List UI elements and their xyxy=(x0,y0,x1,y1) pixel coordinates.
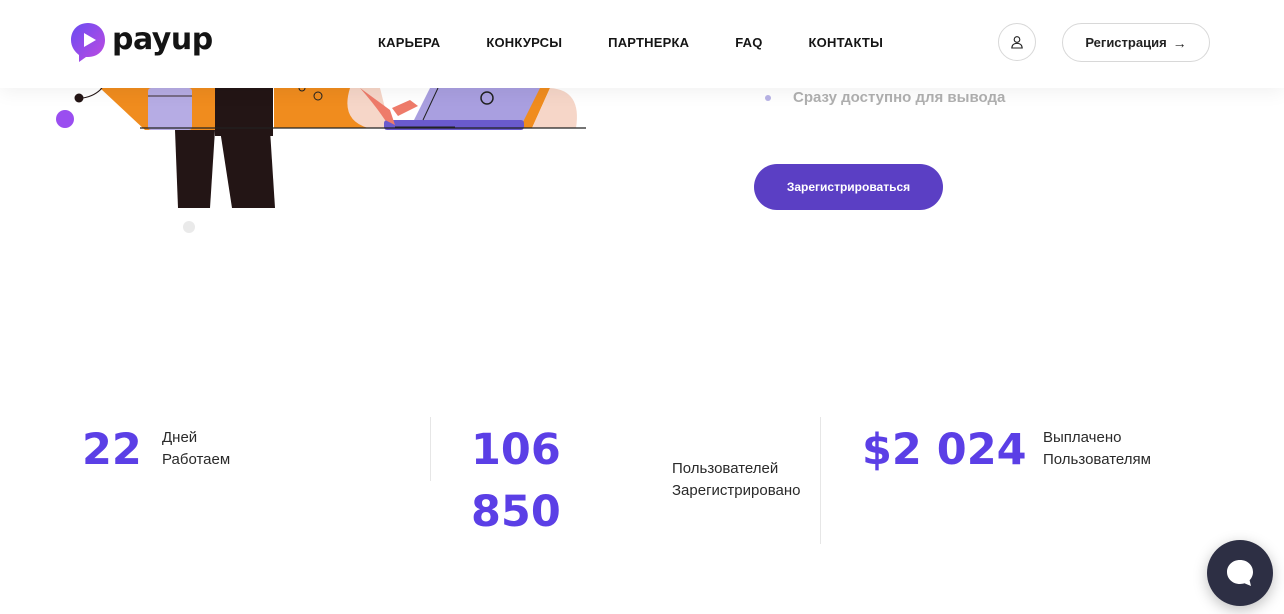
nav-career[interactable]: КАРЬЕРА xyxy=(378,35,440,50)
user-icon xyxy=(1011,36,1023,49)
nav-partners[interactable]: ПАРТНЕРКА xyxy=(608,35,689,50)
stat-days-label-line1: Дней xyxy=(162,429,198,446)
register-label: Регистрация xyxy=(1085,35,1167,50)
arrow-right-icon: → xyxy=(1172,34,1187,51)
nav-contacts[interactable]: КОНТАКТЫ xyxy=(809,35,883,50)
stat-users-number: 106 850 xyxy=(471,419,561,543)
stat-payout-label: Выплачено Пользователям xyxy=(1043,427,1151,471)
stat-users-label-line2: Зарегистрировано xyxy=(672,482,801,499)
stat-days-label-line2: Работаем xyxy=(162,451,231,468)
nav-faq[interactable]: FAQ xyxy=(735,35,762,50)
site-header: payup КАРЬЕРА КОНКУРСЫ ПАРТНЕРКА FAQ КОН… xyxy=(0,0,1284,88)
stat-days-label: Дней Работаем xyxy=(162,427,230,471)
hero-illustration xyxy=(56,84,586,233)
stat-payout-label-line2: Пользователям xyxy=(1043,451,1151,468)
stat-users-label-line1: Пользователей xyxy=(672,460,779,477)
logo[interactable]: payup xyxy=(70,21,213,63)
stat-users-number-line2: 850 xyxy=(471,487,561,537)
chat-widget-button[interactable] xyxy=(1207,540,1273,606)
stat-payout-label-line1: Выплачено xyxy=(1043,429,1122,446)
logo-text: payup xyxy=(112,21,213,57)
stat-divider xyxy=(820,417,821,544)
nav-contests[interactable]: КОНКУРСЫ xyxy=(486,35,562,50)
stat-payout-number: $2 024 xyxy=(862,425,1027,475)
play-bubble-icon xyxy=(71,23,105,62)
stat-days-number: 22 xyxy=(82,425,142,475)
signup-cta-button[interactable]: Зарегистрироваться xyxy=(754,164,943,210)
stat-users-number-line1: 106 xyxy=(471,425,561,475)
login-button[interactable] xyxy=(998,23,1036,61)
chat-bubble-icon xyxy=(1227,560,1253,586)
stat-users-label: Пользователей Зарегистрировано xyxy=(672,458,800,502)
register-button[interactable]: Регистрация → xyxy=(1062,23,1210,62)
stat-divider xyxy=(430,417,431,481)
bullet-dot xyxy=(765,94,771,101)
main-nav: КАРЬЕРА КОНКУРСЫ ПАРТНЕРКА FAQ КОНТАКТЫ xyxy=(378,35,929,50)
hero-bullet: Сразу доступно для вывода xyxy=(765,89,1005,106)
hero-bullet-text: Сразу доступно для вывода xyxy=(793,89,1006,106)
